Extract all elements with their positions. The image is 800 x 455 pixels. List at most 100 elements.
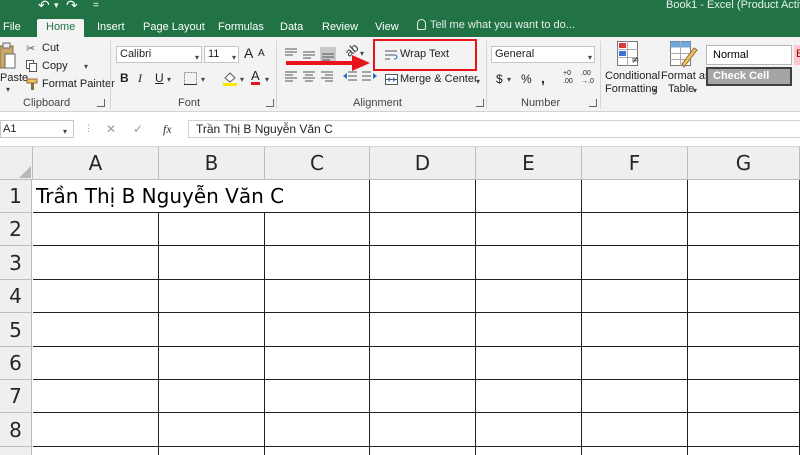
grid-cell[interactable] [33,280,159,313]
row-header-3[interactable]: 3 [0,246,32,280]
format-painter-icon[interactable] [26,78,39,91]
borders-icon[interactable] [184,72,198,86]
row-header-6[interactable]: 6 [0,347,32,380]
column-header-g[interactable]: G [688,147,800,180]
format-as-table-dropdown-icon[interactable]: ▾ [693,86,697,95]
grid-cell[interactable] [476,313,582,347]
alignment-launcher-icon[interactable] [476,99,484,107]
tab-view[interactable]: View [375,19,399,37]
grid-cell[interactable] [688,180,800,213]
tab-formulas[interactable]: Formulas [218,19,264,37]
grid-cell[interactable] [582,380,688,413]
column-header-c[interactable]: C [265,147,370,180]
comma-style-button[interactable]: , [541,70,545,86]
name-box-dropdown-icon[interactable]: ▾ [63,124,67,140]
style-bad[interactable]: B [794,45,800,65]
grid-cell[interactable] [370,380,476,413]
format-as-table-icon[interactable] [670,41,698,69]
grid-cell[interactable] [370,347,476,380]
grid-cell[interactable] [688,313,800,347]
name-box[interactable]: A1 ▾ [0,120,74,138]
grid-cell[interactable] [476,380,582,413]
cancel-icon[interactable]: ✕ [106,122,116,136]
grid-cell[interactable] [265,380,370,413]
grow-font-icon[interactable]: A [244,45,253,61]
formula-input[interactable]: Trần Thị B Nguyễn Văn C [188,120,800,138]
format-as-table-label-1[interactable]: Format as [661,70,711,82]
grid-cell[interactable] [688,380,800,413]
underline-button[interactable]: U [155,71,164,85]
grid-cell[interactable] [582,313,688,347]
fill-color-dropdown-icon[interactable]: ▾ [240,75,244,84]
paste-button-label[interactable]: Paste [0,72,28,84]
row-header-8[interactable]: 8 [0,413,32,447]
grid-cell[interactable] [370,447,476,455]
column-header-d[interactable]: D [370,147,476,180]
redo-icon[interactable]: ↷ [66,0,78,14]
indent-icons[interactable] [343,70,379,84]
tell-me-search[interactable]: Tell me what you want to do... [417,19,575,31]
style-check-cell[interactable]: Check Cell [706,67,792,86]
column-header-e[interactable]: E [476,147,582,180]
font-family-box[interactable]: Calibri ▾ [116,46,202,63]
merge-center-icon[interactable] [385,74,398,86]
grid-cell[interactable] [265,447,370,455]
increase-decimal-button[interactable]: +0 .00 [563,70,573,86]
grid-cell[interactable] [582,246,688,280]
grid-cell[interactable] [159,280,265,313]
currency-format-button[interactable]: $ [496,72,503,86]
row-header-1[interactable]: 1 [0,180,32,213]
style-normal[interactable]: Normal [706,45,792,65]
grid-cell[interactable] [582,413,688,447]
grid-cell[interactable] [265,313,370,347]
number-launcher-icon[interactable] [589,99,597,107]
font-launcher-icon[interactable] [266,99,274,107]
tab-data[interactable]: Data [280,19,303,37]
cut-icon[interactable]: ✂ [26,42,35,55]
wrap-text-icon[interactable] [385,49,398,61]
enter-icon[interactable]: ✓ [133,122,143,136]
customize-qat-icon[interactable]: = [93,0,99,11]
paste-dropdown-icon[interactable]: ▾ [6,85,10,94]
italic-button[interactable]: I [138,71,142,86]
merge-center-dropdown-icon[interactable]: ▾ [476,77,480,86]
percent-format-button[interactable]: % [521,72,532,86]
undo-icon[interactable]: ↶ [38,0,50,14]
tab-insert[interactable]: Insert [97,19,125,37]
grid-cell[interactable] [159,447,265,455]
grid-cell[interactable] [159,246,265,280]
clipboard-launcher-icon[interactable] [97,99,105,107]
cell-a1[interactable]: Trần Thị B Nguyễn Văn C [36,183,284,209]
row-header-2[interactable]: 2 [0,213,32,246]
grid-cell[interactable] [33,380,159,413]
grid-cell[interactable] [265,347,370,380]
font-size-box[interactable]: 11 ▾ [204,46,239,63]
grid-cell[interactable] [33,413,159,447]
conditional-formatting-label-1[interactable]: Conditional [605,70,660,82]
grid-cell[interactable] [688,246,800,280]
grid-cell[interactable] [159,213,265,246]
grid-cell[interactable] [33,313,159,347]
grid-cell[interactable] [582,180,688,213]
format-as-table-label-2[interactable]: Table [668,83,694,95]
grid-cell[interactable] [582,213,688,246]
grid-cell[interactable] [688,413,800,447]
grid-cell[interactable] [582,447,688,455]
grid-cell[interactable] [476,347,582,380]
fill-color-icon[interactable] [222,70,238,86]
undo-dropdown-icon[interactable]: ▾ [54,0,59,11]
grid-cell[interactable] [370,413,476,447]
grid-cell[interactable] [370,246,476,280]
underline-dropdown-icon[interactable]: ▾ [167,75,171,84]
font-color-dropdown-icon[interactable]: ▾ [265,75,269,84]
grid-cell[interactable] [688,347,800,380]
paste-icon[interactable] [0,42,16,72]
grid-cell[interactable] [582,280,688,313]
grid-cell[interactable] [688,213,800,246]
grid-cell[interactable] [370,313,476,347]
row-header-4[interactable]: 4 [0,280,32,313]
grid-cell[interactable] [476,413,582,447]
tab-file[interactable]: File [3,19,21,37]
shrink-font-icon[interactable]: A [258,48,265,59]
grid-cell[interactable] [33,246,159,280]
